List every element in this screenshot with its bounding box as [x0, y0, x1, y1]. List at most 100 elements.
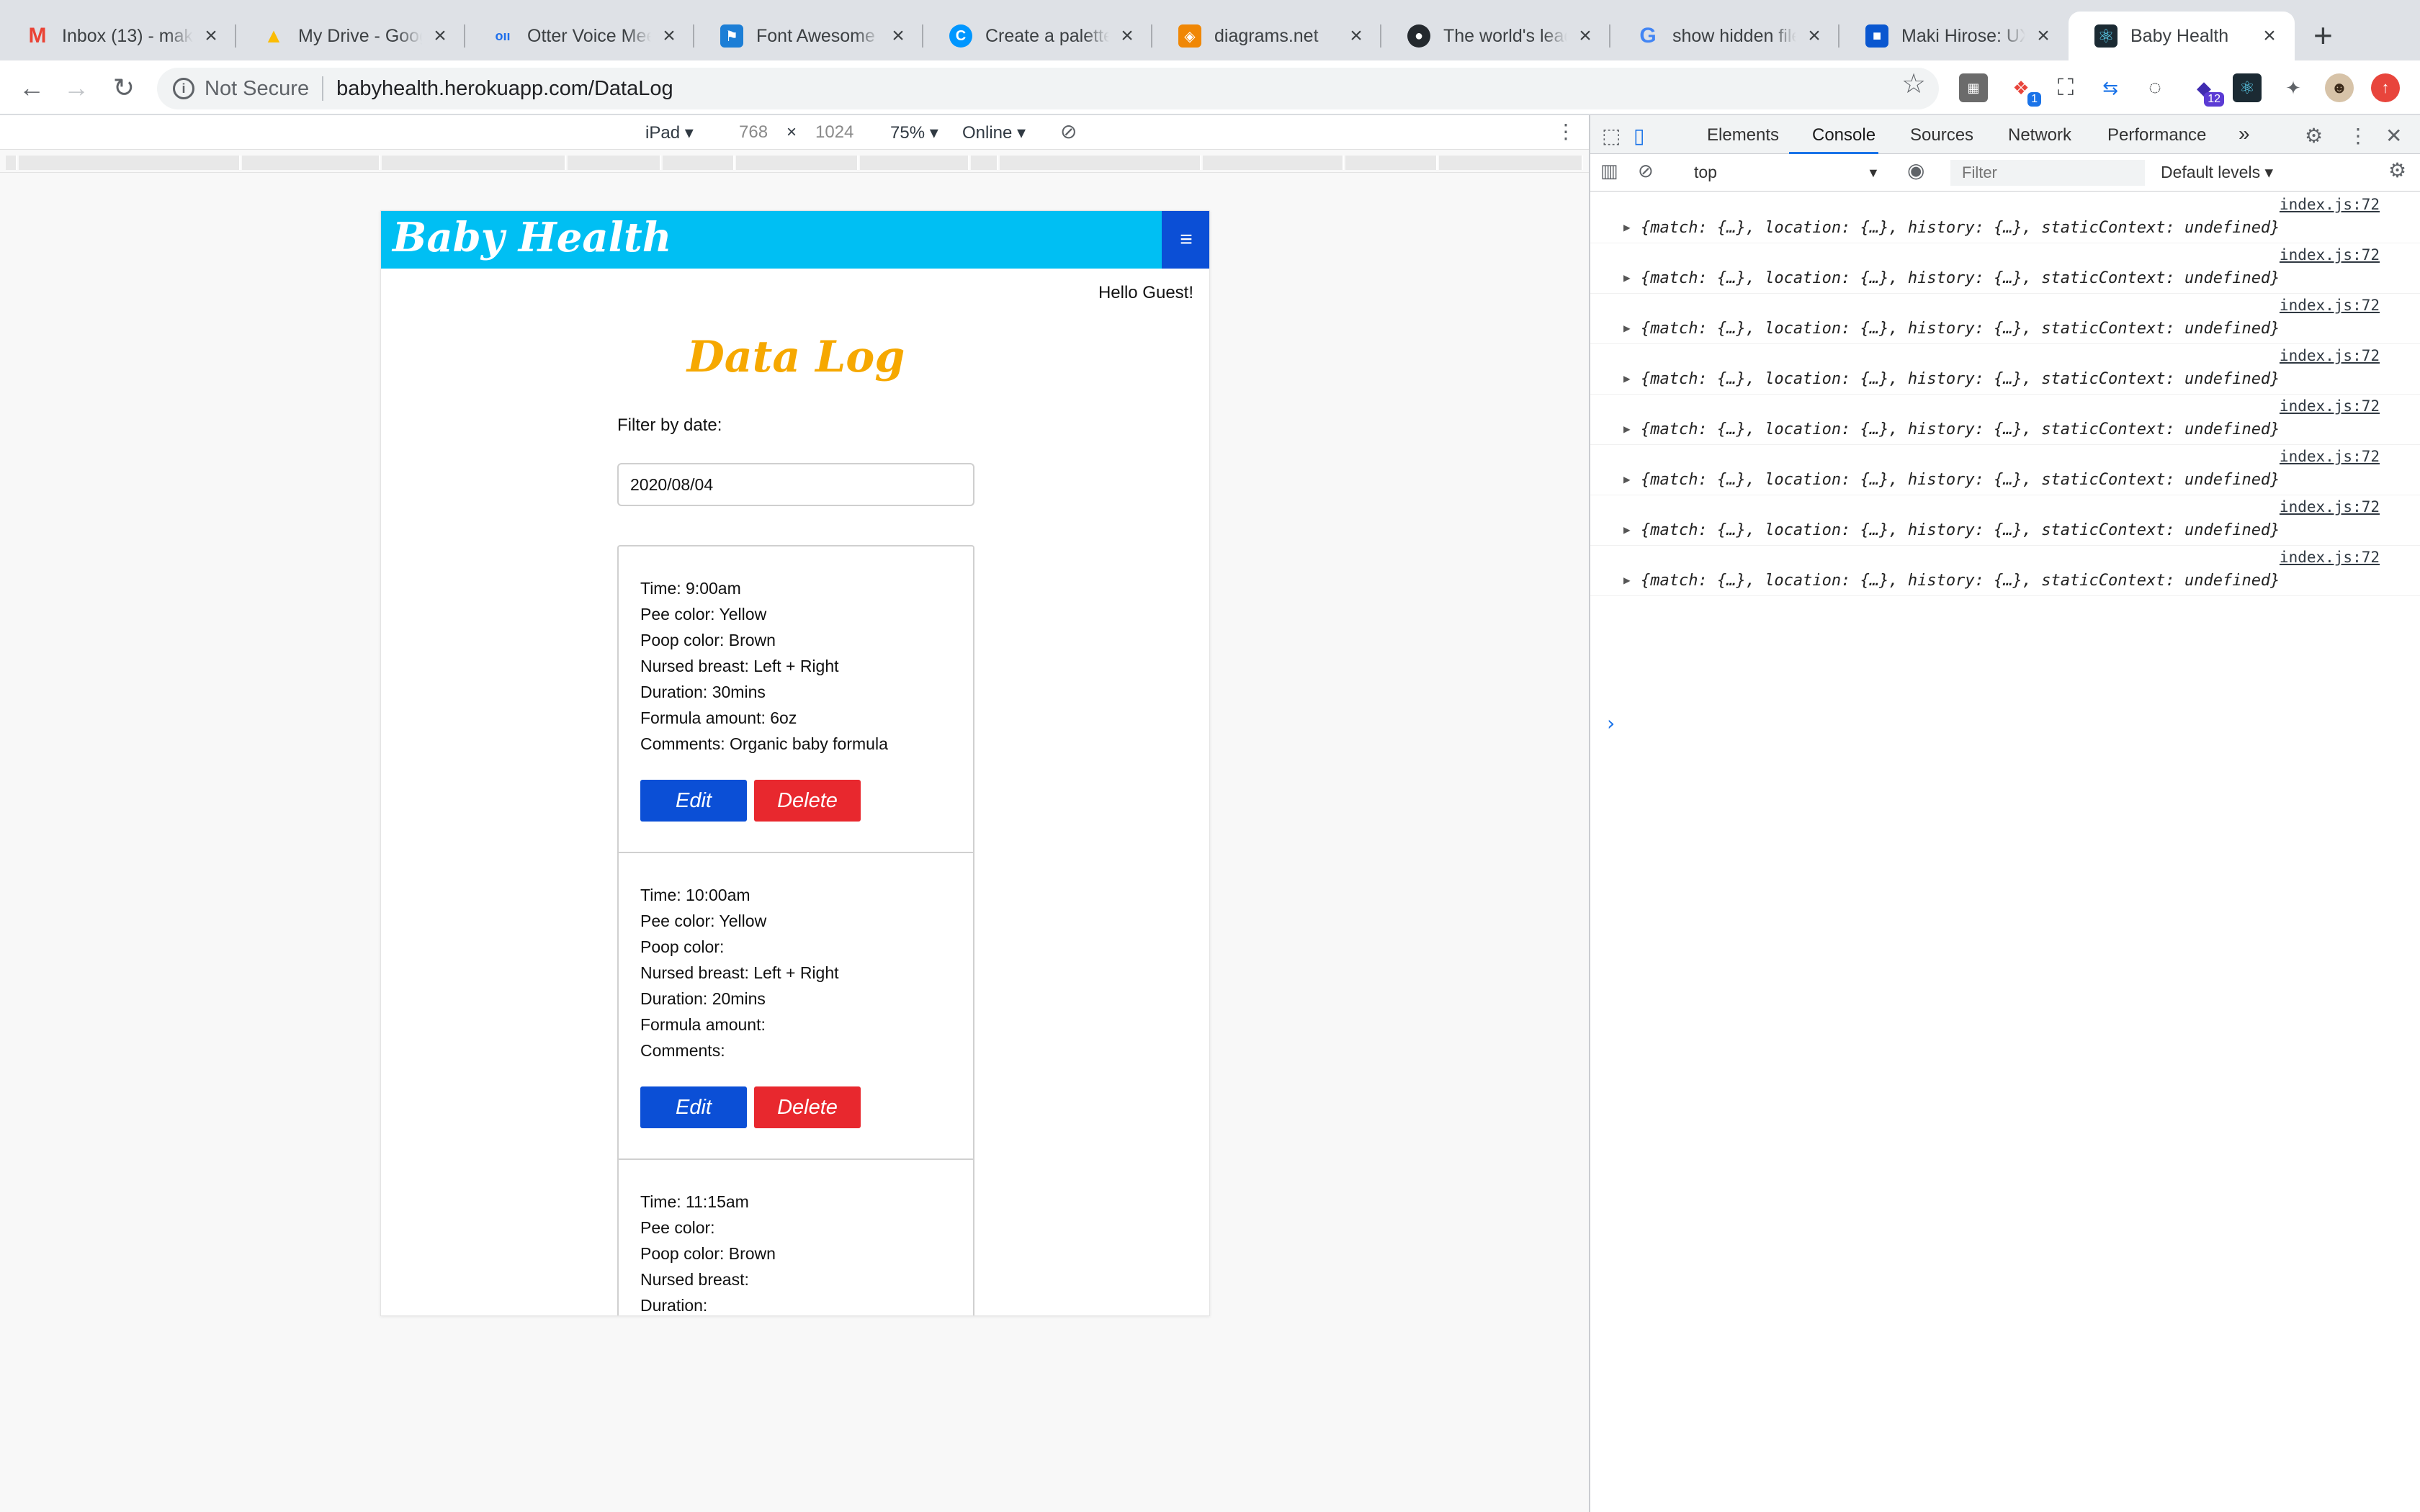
source-link[interactable]: index.js:72	[2280, 297, 2380, 314]
edit-button[interactable]: Edit	[640, 780, 747, 822]
chevron-down-icon[interactable]: ▼	[1867, 166, 1880, 181]
close-tab-icon[interactable]: ×	[200, 24, 222, 48]
extensions-puzzle-icon[interactable]: ✦	[2279, 73, 2308, 102]
console-log-row[interactable]: index.js:72 ▶ {match: {…}, location: {…}, …	[1590, 243, 2420, 294]
inspect-element-icon[interactable]: ⬚	[1602, 124, 1621, 148]
clear-console-icon[interactable]: ⊘	[1638, 160, 1654, 182]
expand-triangle-icon[interactable]: ▶	[1623, 220, 1631, 234]
console-log-row[interactable]: index.js:72 ▶ {match: {…}, location: {…}, …	[1590, 344, 2420, 395]
log-entry: Time: 11:15am Pee color: Poop color: Bro…	[619, 1160, 973, 1315]
close-tab-icon[interactable]: ×	[2033, 24, 2054, 48]
height-field[interactable]: 1024	[815, 122, 853, 143]
close-tab-icon[interactable]: ×	[1345, 24, 1367, 48]
browser-tab-coolors[interactable]: C Create a palette ×	[923, 12, 1152, 60]
console-settings-icon[interactable]: ⚙	[2388, 158, 2406, 182]
close-devtools-icon[interactable]: ✕	[2385, 124, 2402, 148]
console-log-row[interactable]: index.js:72 ▶ {match: {…}, location: {…}, …	[1590, 495, 2420, 546]
tab-elements[interactable]: Elements	[1707, 125, 1779, 145]
expand-triangle-icon[interactable]: ▶	[1623, 422, 1631, 436]
network-select[interactable]: Online ▾	[962, 122, 1026, 143]
address-bar[interactable]: i Not Secure babyhealth.herokuapp.com/Da…	[157, 68, 1939, 109]
info-icon[interactable]: i	[173, 78, 194, 99]
site-logo[interactable]: Baby Health	[393, 214, 672, 261]
new-tab-button[interactable]: +	[2313, 16, 2333, 55]
console-filter-input[interactable]	[1950, 160, 2145, 186]
rotate-icon[interactable]: ⊘	[1060, 120, 1077, 143]
expand-triangle-icon[interactable]: ▶	[1623, 321, 1631, 335]
update-icon[interactable]: ↑	[2371, 73, 2400, 102]
expand-triangle-icon[interactable]: ▶	[1623, 523, 1631, 536]
log-levels-select[interactable]: Default levels ▾	[2161, 163, 2273, 182]
screenshot-icon[interactable]: ⛶	[2051, 73, 2080, 102]
browser-tab-google-search[interactable]: G show hidden file ×	[1610, 12, 1839, 60]
extension-arrows-icon[interactable]: ⇆	[2096, 73, 2125, 102]
expand-triangle-icon[interactable]: ▶	[1623, 271, 1631, 284]
tab-title: diagrams.net	[1214, 25, 1319, 46]
source-link[interactable]: index.js:72	[2280, 246, 2380, 264]
console-log-row[interactable]: index.js:72 ▶ {match: {…}, location: {…}, …	[1590, 445, 2420, 495]
close-tab-icon[interactable]: ×	[887, 24, 909, 48]
source-link[interactable]: index.js:72	[2280, 347, 2380, 364]
device-select[interactable]: iPad ▾	[645, 122, 694, 143]
edit-button[interactable]: Edit	[640, 1086, 747, 1128]
forward-arrow-icon[interactable]: →	[58, 69, 95, 107]
more-tabs-icon[interactable]: »	[2238, 122, 2250, 145]
reload-icon[interactable]: ↻	[105, 69, 143, 107]
close-tab-icon[interactable]: ×	[658, 24, 680, 48]
browser-tab-baby-health[interactable]: ⚛ Baby Health ×	[2069, 12, 2295, 60]
date-filter-input[interactable]	[617, 463, 974, 506]
width-field[interactable]: 768	[739, 122, 768, 143]
expand-triangle-icon[interactable]: ▶	[1623, 472, 1631, 486]
devtools-menu-icon[interactable]: ⋮	[2348, 124, 2368, 148]
close-tab-icon[interactable]: ×	[1574, 24, 1596, 48]
extension-shapes-icon[interactable]: ❖ 1	[2007, 73, 2041, 107]
profile-avatar[interactable]: ☻	[2325, 73, 2354, 102]
tab-console[interactable]: Console	[1812, 125, 1876, 145]
console-log-row[interactable]: index.js:72 ▶ {match: {…}, location: {…}, …	[1590, 294, 2420, 344]
source-link[interactable]: index.js:72	[2280, 549, 2380, 566]
browser-tab-font-awesome[interactable]: ⚑ Font Awesome ×	[694, 12, 923, 60]
tab-performance[interactable]: Performance	[2107, 125, 2206, 145]
expand-triangle-icon[interactable]: ▶	[1623, 372, 1631, 385]
browser-tab-diagrams[interactable]: ◈ diagrams.net ×	[1152, 12, 1381, 60]
browser-tab-gmail[interactable]: M Inbox (13) - maki ×	[0, 12, 236, 60]
zoom-select[interactable]: 75% ▾	[890, 122, 938, 143]
console-log-row[interactable]: index.js:72 ▶ {match: {…}, location: {…}, …	[1590, 546, 2420, 596]
extension-grid-icon[interactable]: ▦	[1959, 73, 1988, 102]
close-tab-icon[interactable]: ×	[429, 24, 451, 48]
close-tab-icon[interactable]: ×	[1803, 24, 1825, 48]
url-text[interactable]: babyhealth.herokuapp.com/DataLog	[336, 77, 673, 101]
delete-button[interactable]: Delete	[754, 1086, 861, 1128]
more-options-icon[interactable]: ⋮	[1556, 120, 1576, 143]
source-link[interactable]: index.js:72	[2280, 448, 2380, 465]
console-log-row[interactable]: index.js:72 ▶ {match: {…}, location: {…}, …	[1590, 395, 2420, 445]
media-query-bar[interactable]	[0, 151, 1589, 173]
extension-cap-icon[interactable]: ◆ 12	[2190, 73, 2224, 107]
react-devtools-icon[interactable]: ⚛	[2233, 73, 2262, 102]
security-status[interactable]: Not Secure	[205, 77, 309, 101]
eye-icon[interactable]: ◉	[1907, 158, 1924, 182]
browser-tab-github[interactable]: ● The world's lead ×	[1381, 12, 1610, 60]
console-log-row[interactable]: index.js:72 ▶ {match: {…}, location: {…}, …	[1590, 193, 2420, 243]
settings-gear-icon[interactable]: ⚙	[2305, 124, 2323, 148]
source-link[interactable]: index.js:72	[2280, 397, 2380, 415]
extension-circle-icon[interactable]: ◌	[2141, 73, 2169, 102]
browser-tab-drive[interactable]: ▲ My Drive - Google ×	[236, 12, 465, 60]
console-prompt[interactable]: ›	[1605, 711, 1617, 735]
tab-sources[interactable]: Sources	[1910, 125, 1973, 145]
bookmark-star-icon[interactable]: ☆	[1901, 68, 1926, 100]
source-link[interactable]: index.js:72	[2280, 196, 2380, 213]
close-tab-icon[interactable]: ×	[2259, 24, 2280, 48]
hamburger-menu-icon[interactable]: ≡	[1162, 211, 1209, 269]
tab-network[interactable]: Network	[2008, 125, 2071, 145]
back-arrow-icon[interactable]: ←	[13, 69, 50, 107]
source-link[interactable]: index.js:72	[2280, 498, 2380, 516]
context-select[interactable]: top	[1694, 163, 1717, 182]
browser-tab-portfolio[interactable]: ■ Maki Hirose: UX/ ×	[1839, 12, 2069, 60]
expand-triangle-icon[interactable]: ▶	[1623, 573, 1631, 587]
device-toggle-icon[interactable]: ▯	[1634, 124, 1644, 148]
delete-button[interactable]: Delete	[754, 780, 861, 822]
close-tab-icon[interactable]: ×	[1116, 24, 1138, 48]
browser-tab-otter[interactable]: oıı Otter Voice Meet ×	[465, 12, 694, 60]
sidebar-toggle-icon[interactable]: ▥	[1600, 160, 1618, 182]
